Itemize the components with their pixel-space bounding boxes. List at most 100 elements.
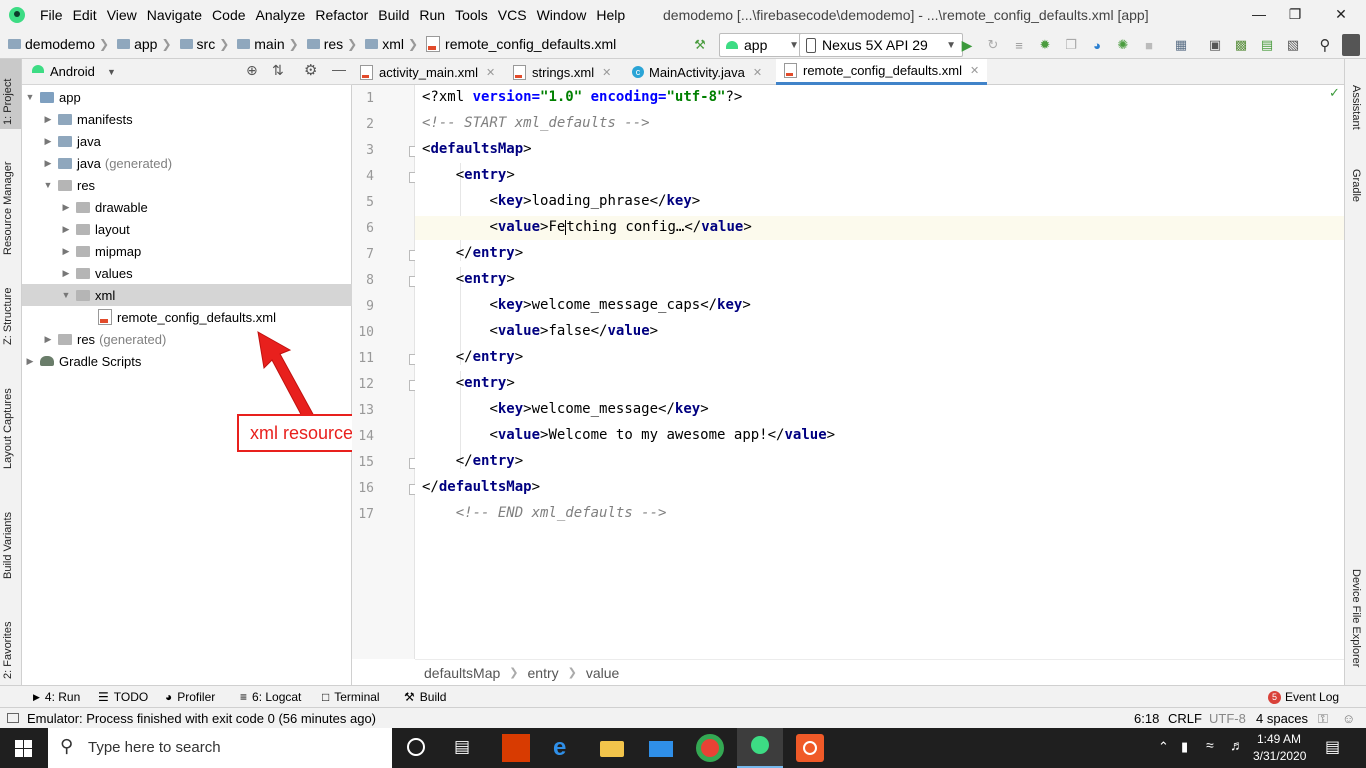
tool-window-structure[interactable]: Z: Structure: [2, 288, 14, 345]
breadcrumb-item[interactable]: res ❯: [306, 36, 362, 52]
chevron-down-icon[interactable]: ▼: [107, 67, 116, 77]
tree-item-manifests[interactable]: ▶ manifests: [22, 108, 352, 130]
windows-start-icon[interactable]: [15, 740, 32, 757]
search-icon[interactable]: ⚲: [1316, 35, 1334, 55]
tool-build[interactable]: ⚒ Build: [404, 690, 446, 704]
close-icon[interactable]: ✕: [1326, 4, 1356, 24]
editor-crumb-value[interactable]: value: [586, 665, 619, 681]
tree-item-java-generated[interactable]: ▶ java (generated): [22, 152, 352, 174]
close-tab-icon[interactable]: ✕: [602, 66, 611, 79]
tree-item-java[interactable]: ▶ java: [22, 130, 352, 152]
collapsed-arrow-icon[interactable]: ▶: [60, 246, 72, 257]
tab-remote-config-defaults[interactable]: remote_config_defaults.xml ✕: [776, 59, 988, 85]
avd-manager-icon[interactable]: ▣: [1206, 35, 1224, 55]
apply-changes-icon[interactable]: ↻: [984, 35, 1002, 55]
menu-window[interactable]: Window: [537, 7, 593, 23]
menu-analyze[interactable]: Analyze: [256, 7, 312, 23]
menu-help[interactable]: Help: [596, 7, 631, 23]
clock-date[interactable]: 3/31/2020: [1253, 749, 1306, 763]
clock-time[interactable]: 1:49 AM: [1255, 732, 1303, 746]
stop-icon[interactable]: ■: [1140, 35, 1158, 55]
tool-todo[interactable]: ☰ TODO: [98, 690, 148, 704]
tree-item-drawable[interactable]: ▶ drawable: [22, 196, 352, 218]
locate-target-icon[interactable]: ⊕: [246, 62, 258, 79]
cortana-icon[interactable]: [407, 738, 425, 756]
code-editor[interactable]: <?xml version="1.0" encoding="utf-8"?> <…: [415, 85, 1344, 659]
debug-icon[interactable]: ✹: [1036, 35, 1054, 55]
tree-item-layout[interactable]: ▶ layout: [22, 218, 352, 240]
collapsed-arrow-icon[interactable]: ▶: [42, 158, 54, 169]
expanded-arrow-icon[interactable]: ▼: [60, 290, 72, 300]
collapsed-arrow-icon[interactable]: ▶: [42, 334, 54, 345]
avatar[interactable]: [1342, 34, 1360, 56]
tree-item-values[interactable]: ▶ values: [22, 262, 352, 284]
notifications-icon[interactable]: ▤: [1325, 737, 1340, 757]
menu-run[interactable]: Run: [419, 7, 451, 23]
chrome-browser-icon[interactable]: [696, 734, 724, 762]
menu-tools[interactable]: Tools: [455, 7, 494, 23]
hide-icon[interactable]: —: [332, 61, 346, 77]
tool-window-layout-captures[interactable]: Layout Captures: [2, 388, 14, 469]
maximize-icon[interactable]: ❐: [1280, 4, 1310, 24]
office-app-icon[interactable]: [502, 734, 530, 762]
sdk-manager-icon[interactable]: ▩: [1232, 35, 1250, 55]
tool-window-project[interactable]: 1: Project: [2, 79, 14, 125]
close-tab-icon[interactable]: ✕: [486, 66, 495, 79]
editor-crumb-entry[interactable]: entry: [528, 665, 559, 681]
tool-window-favorites[interactable]: 2: Favorites: [2, 622, 14, 679]
hector-icon[interactable]: ☺: [1342, 711, 1355, 726]
run-icon[interactable]: ▶: [958, 35, 976, 55]
menu-build[interactable]: Build: [378, 7, 415, 23]
expanded-arrow-icon[interactable]: ▼: [42, 180, 54, 190]
editor-crumb-defaultsmap[interactable]: defaultsMap: [424, 665, 500, 681]
tree-item-xml[interactable]: ▼ xml: [22, 284, 352, 306]
menu-file[interactable]: File: [40, 7, 69, 23]
tab-activity-main[interactable]: activity_main.xml ✕: [352, 59, 503, 85]
menu-navigate[interactable]: Navigate: [147, 7, 208, 23]
tool-logcat[interactable]: ≡ 6: Logcat: [240, 690, 301, 704]
tool-window-resource-manager[interactable]: Resource Manager: [2, 161, 14, 255]
gear-icon[interactable]: ⚙: [304, 61, 317, 79]
attach-debugger-icon[interactable]: ❐: [1062, 35, 1080, 55]
tool-window-build-variants[interactable]: Build Variants: [2, 512, 14, 579]
close-tab-icon[interactable]: ✕: [753, 66, 762, 79]
project-structure-icon[interactable]: ▧: [1284, 35, 1302, 55]
status-message[interactable]: Emulator: Process finished with exit cod…: [27, 711, 376, 726]
tray-chevron-up-icon[interactable]: ⌃: [1158, 739, 1169, 755]
tool-window-assistant[interactable]: Assistant: [1350, 85, 1362, 130]
attach-process-icon[interactable]: ✺: [1114, 35, 1132, 55]
breadcrumb-item[interactable]: demodemo ❯: [8, 36, 113, 52]
android-studio-taskbar-item[interactable]: [737, 728, 783, 768]
taskbar-search-box[interactable]: ⚲ Type here to search: [48, 728, 392, 768]
file-explorer-icon[interactable]: [598, 734, 626, 762]
tree-item-mipmap[interactable]: ▶ mipmap: [22, 240, 352, 262]
breadcrumb-item[interactable]: app ❯: [117, 36, 175, 52]
close-tab-icon[interactable]: ✕: [970, 64, 979, 77]
breadcrumb-item[interactable]: main ❯: [237, 36, 302, 52]
tool-window-toggle-icon[interactable]: [7, 713, 19, 723]
menu-code[interactable]: Code: [212, 7, 251, 23]
mail-icon[interactable]: [647, 734, 675, 762]
collapsed-arrow-icon[interactable]: ▶: [60, 224, 72, 235]
make-project-hammer-icon[interactable]: ⚒: [690, 35, 710, 55]
tool-terminal[interactable]: □ Terminal: [322, 690, 380, 704]
project-view-select[interactable]: Android: [50, 64, 95, 79]
tool-window-device-file-explorer[interactable]: Device File Explorer: [1350, 569, 1362, 667]
indent-setting[interactable]: 4 spaces: [1256, 711, 1308, 726]
profile-icon[interactable]: ◕: [1088, 35, 1106, 55]
run-config-select[interactable]: app ▼: [719, 33, 806, 57]
lock-icon[interactable]: ⚿: [1318, 711, 1328, 727]
collapsed-arrow-icon[interactable]: ▶: [24, 356, 36, 367]
file-encoding[interactable]: UTF-8: [1209, 711, 1246, 726]
menu-refactor[interactable]: Refactor: [315, 7, 374, 23]
inspection-ok-check-icon[interactable]: ✓: [1329, 85, 1340, 101]
collapsed-arrow-icon[interactable]: ▶: [42, 114, 54, 125]
menu-edit[interactable]: Edit: [73, 7, 103, 23]
breadcrumb-item[interactable]: src ❯: [179, 36, 234, 52]
menu-vcs[interactable]: VCS: [498, 7, 533, 23]
battery-icon[interactable]: ▮: [1181, 739, 1188, 755]
volume-icon[interactable]: ♬: [1230, 737, 1244, 753]
breadcrumb-item[interactable]: xml ❯: [365, 36, 422, 52]
sync-gradle-icon[interactable]: ▦: [1172, 35, 1190, 55]
menu-view[interactable]: View: [107, 7, 143, 23]
